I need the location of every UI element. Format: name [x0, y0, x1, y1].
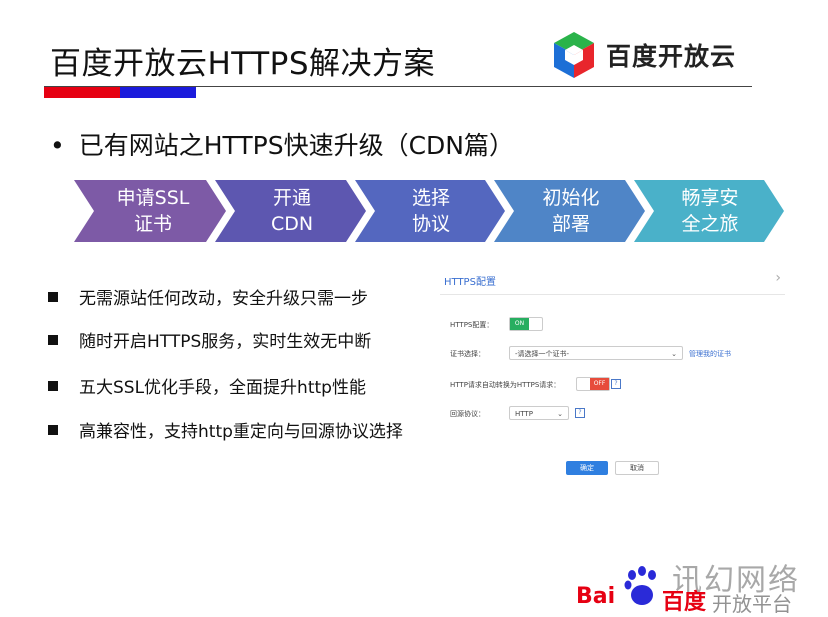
site-watermark-sub: 开放平台: [712, 592, 792, 616]
step-label-1: 申请SSL 证书: [116, 187, 190, 235]
manage-cert-link[interactable]: 管理我的证书: [689, 349, 731, 359]
feature-item: 无需源站任何改动，安全升级只需一步: [48, 284, 368, 309]
https-config-label: HTTPS配置：: [450, 321, 494, 329]
toggle-on-label: ON: [510, 318, 529, 330]
redirect-toggle[interactable]: OFF: [576, 377, 610, 391]
chevron-right-icon[interactable]: ›: [775, 270, 781, 286]
cert-label: 证书选择：: [450, 350, 485, 358]
feature-item: 高兼容性，支持http重定向与回源协议选择: [48, 417, 403, 442]
chevron-down-icon: ⌄: [557, 410, 563, 418]
feature-item: 五大SSL优化手段，全面提升http性能: [48, 373, 366, 398]
cert-select[interactable]: -请选择一个证书- ⌄: [509, 346, 683, 360]
baidu-cloud-logo: 百度开放云: [550, 30, 736, 80]
accent-bar-red: [44, 87, 120, 98]
chevron-down-icon: ⌄: [671, 350, 677, 358]
step-label-2: 开通 CDN: [270, 187, 314, 235]
square-bullet-icon: [48, 424, 58, 435]
baidu-watermark-left: Bai: [576, 584, 616, 609]
square-bullet-icon: [48, 291, 58, 302]
panel-title: HTTPS配置: [444, 277, 496, 288]
bullet-dot: •: [50, 131, 65, 160]
cancel-button[interactable]: 取消: [615, 461, 659, 475]
help-icon[interactable]: ?: [611, 379, 621, 389]
step-label-5: 畅享安 全之旅: [681, 187, 739, 235]
accent-bar-blue: [120, 87, 196, 98]
origin-protocol-select[interactable]: HTTP ⌄: [509, 406, 569, 420]
https-toggle[interactable]: ON: [509, 317, 543, 331]
step-label-4: 初始化 部署: [542, 187, 600, 235]
subheading-text: 已有网站之HTTPS快速升级（CDN篇）: [78, 131, 515, 160]
panel-header: HTTPS配置 ›: [440, 266, 785, 295]
confirm-button[interactable]: 确定: [566, 461, 608, 475]
square-bullet-icon: [48, 334, 58, 345]
baidu-watermark-right: 百度: [662, 590, 707, 615]
subheading: • 已有网站之HTTPS快速升级（CDN篇）: [50, 126, 514, 162]
help-icon[interactable]: ?: [575, 408, 585, 418]
square-bullet-icon: [48, 380, 58, 391]
origin-protocol-label: 回源协议：: [450, 410, 485, 418]
paw-icon: [624, 566, 656, 605]
toggle-off-label: OFF: [590, 378, 609, 390]
redirect-label: HTTP请求自动转换为HTTPS请求：: [450, 381, 561, 389]
step-label-3: 选择 协议: [411, 187, 450, 235]
https-config-panel: HTTPS配置 › HTTPS配置： ON 证书选择： -请选择一个证书- ⌄ …: [440, 266, 785, 480]
logo-text: 百度开放云: [606, 42, 737, 71]
feature-item: 随时开启HTTPS服务，实时生效无中断: [48, 327, 371, 352]
cube-logo-icon: [554, 32, 594, 78]
slide-title: 百度开放云HTTPS解决方案: [50, 46, 436, 82]
